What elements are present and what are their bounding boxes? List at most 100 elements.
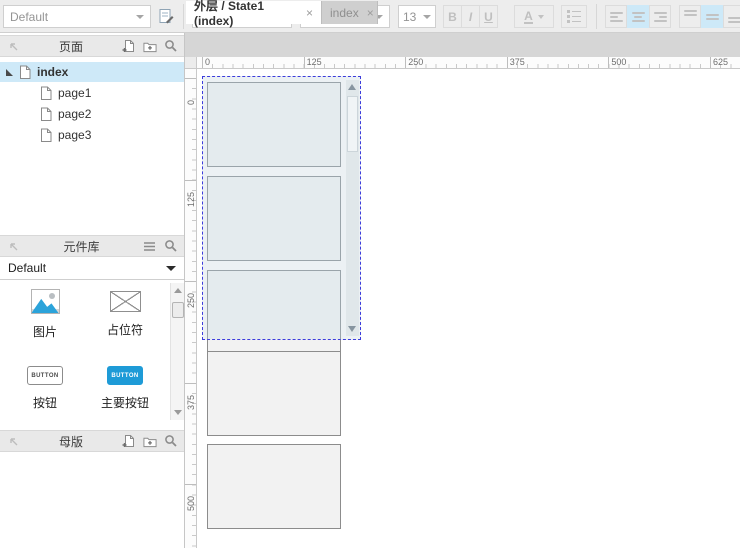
align-top-button[interactable]: [679, 5, 701, 28]
ruler-label: 125: [186, 183, 196, 207]
left-sidebar: 页面 index page1: [0, 33, 185, 548]
ruler-tick: [507, 57, 508, 69]
ruler-label: 375: [186, 386, 196, 410]
add-folder-icon[interactable]: [143, 434, 157, 448]
align-center-button[interactable]: [627, 5, 649, 28]
scroll-down-icon[interactable]: [348, 326, 356, 332]
close-icon[interactable]: ×: [367, 6, 374, 20]
canvas-placeholder-5[interactable]: [207, 444, 341, 529]
tab-index[interactable]: index ×: [322, 1, 378, 24]
panel-placeholder-2[interactable]: [207, 176, 341, 261]
align-bottom-icon: [728, 10, 740, 23]
canvas-tab-bar: [185, 33, 740, 57]
page-label: page1: [58, 86, 91, 100]
bold-button[interactable]: B: [443, 5, 462, 28]
collapse-corner-icon[interactable]: [6, 434, 20, 448]
widget-item-image[interactable]: 图片: [0, 289, 90, 340]
ruler-label: 500: [186, 487, 196, 511]
page-icon: [40, 86, 52, 100]
ruler-tick: [185, 180, 197, 181]
pages-panel-header: 页面: [0, 35, 184, 57]
ruler-label: 125: [307, 57, 322, 67]
underline-button[interactable]: U: [479, 5, 498, 28]
widget-label: 按钮: [33, 394, 57, 411]
align-bottom-button[interactable]: [723, 5, 740, 28]
page-icon: [40, 107, 52, 121]
ruler-tick: [304, 57, 305, 69]
close-icon[interactable]: ×: [306, 6, 313, 20]
ruler-label: 375: [510, 57, 525, 67]
widget-label: 占位符: [107, 321, 143, 338]
selected-dynamic-panel[interactable]: [202, 76, 361, 340]
scroll-up-icon[interactable]: [174, 288, 182, 293]
ruler-tick: [185, 281, 197, 282]
bullet-list-button[interactable]: [561, 5, 587, 28]
toolbar-separator: [183, 4, 184, 29]
add-page-icon[interactable]: [122, 39, 136, 53]
scroll-up-icon[interactable]: [348, 84, 356, 90]
bullet-list-icon: [567, 10, 581, 23]
toolbar-separator: [596, 4, 597, 29]
widget-item-button[interactable]: BUTTON 按钮: [0, 366, 90, 411]
ruler-label: 250: [186, 284, 196, 308]
widget-label: 主要按钮: [101, 394, 149, 411]
page-label: index: [37, 65, 68, 79]
chevron-down-icon: [136, 15, 144, 19]
chevron-down-icon: [423, 15, 431, 19]
scrollbar-thumb[interactable]: [347, 96, 358, 152]
ruler-label: 625: [713, 57, 728, 67]
widget-item-primary-button[interactable]: BUTTON 主要按钮: [80, 366, 170, 411]
widget-library-panel-title: 元件库: [63, 238, 99, 255]
pages-panel-title: 页面: [59, 38, 83, 55]
placeholder-widget-icon: [110, 291, 141, 312]
search-icon[interactable]: [164, 434, 178, 448]
align-right-button[interactable]: [649, 5, 671, 28]
align-left-button[interactable]: [605, 5, 627, 28]
align-right-icon: [654, 11, 667, 23]
sidebar-page-index[interactable]: index: [0, 62, 184, 82]
panel-placeholder-3[interactable]: [207, 270, 341, 340]
masters-panel-header: 母版: [0, 430, 184, 452]
document-edit-icon: [158, 8, 175, 25]
panel-placeholder-1[interactable]: [207, 82, 341, 167]
ruler-label: 0: [205, 57, 210, 67]
chevron-down-icon: [166, 266, 176, 271]
primary-button-widget-icon: BUTTON: [107, 366, 143, 385]
tab-label: index: [330, 6, 359, 20]
font-color-button[interactable]: A: [514, 5, 554, 28]
image-widget-icon: [31, 289, 60, 314]
design-canvas[interactable]: [197, 69, 740, 548]
align-middle-button[interactable]: [701, 5, 723, 28]
widget-style-dropdown[interactable]: Default: [3, 5, 151, 28]
font-size-value: 13: [403, 10, 416, 24]
canvas-placeholder-4[interactable]: [207, 351, 341, 436]
ruler-tick: [185, 383, 197, 384]
tree-expand-caret-icon[interactable]: [6, 69, 13, 76]
bold-label: B: [448, 10, 457, 24]
add-page-icon[interactable]: [122, 434, 136, 448]
collapse-corner-icon[interactable]: [6, 39, 20, 53]
ruler-vertical: 0125250375500: [185, 69, 197, 548]
widget-library-scrollbar[interactable]: [170, 283, 184, 420]
panel-scrollbar[interactable]: [346, 80, 359, 336]
italic-label: I: [469, 10, 472, 24]
search-icon[interactable]: [164, 239, 178, 253]
search-icon[interactable]: [164, 39, 178, 53]
menu-icon[interactable]: [143, 239, 157, 253]
add-folder-icon[interactable]: [143, 39, 157, 53]
ruler-corner: [185, 57, 197, 69]
ruler-tick: [185, 484, 197, 485]
align-left-icon: [610, 11, 623, 23]
page-icon: [19, 65, 31, 79]
scroll-down-icon[interactable]: [174, 410, 182, 415]
align-center-icon: [632, 11, 645, 23]
edit-style-button[interactable]: [156, 5, 176, 28]
collapse-corner-icon[interactable]: [6, 239, 20, 253]
library-select-dropdown[interactable]: Default: [0, 257, 184, 280]
font-size-dropdown[interactable]: 13: [398, 5, 436, 28]
widget-item-placeholder[interactable]: 占位符: [80, 291, 170, 338]
widget-label: 图片: [33, 323, 57, 340]
italic-button[interactable]: I: [461, 5, 480, 28]
tab-state1-index[interactable]: 外层 / State1 (index) ×: [186, 1, 322, 24]
scrollbar-thumb[interactable]: [172, 302, 184, 318]
